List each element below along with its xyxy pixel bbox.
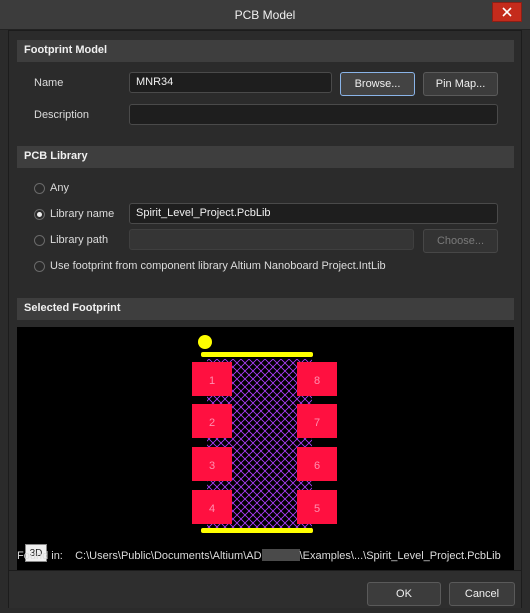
radio-library-path-label: Library path bbox=[50, 234, 109, 246]
footprint-preview[interactable]: 1 2 3 4 8 7 6 5 3D bbox=[17, 327, 514, 570]
name-field[interactable]: MNR34 bbox=[129, 72, 332, 93]
pad-number: 4 bbox=[209, 503, 215, 515]
description-field[interactable] bbox=[129, 104, 498, 125]
found-in-path-end: \Examples\...\Spirit_Level_Project.PcbLi… bbox=[299, 550, 501, 562]
radio-use-component-library[interactable]: Use footprint from component library Alt… bbox=[34, 260, 386, 272]
pin-map-button[interactable]: Pin Map... bbox=[423, 72, 498, 96]
radio-use-component-library-label: Use footprint from component library Alt… bbox=[50, 260, 386, 272]
radio-any[interactable]: Any bbox=[34, 182, 69, 194]
radio-library-path[interactable]: Library path bbox=[34, 234, 108, 246]
found-in-row: Found in: C:\Users\Public\Documents\Alti… bbox=[17, 549, 501, 562]
pad-number: 7 bbox=[314, 417, 320, 429]
pad-number: 2 bbox=[209, 417, 215, 429]
radio-button-selected[interactable] bbox=[34, 208, 45, 220]
silkscreen-top bbox=[201, 352, 313, 357]
pad-number: 5 bbox=[314, 503, 320, 515]
pcb-library-header: PCB Library bbox=[17, 146, 514, 168]
radio-library-name-label: Library name bbox=[50, 208, 115, 220]
radio-any-label: Any bbox=[50, 182, 69, 194]
footprint-model-header: Footprint Model bbox=[17, 40, 514, 62]
name-label: Name bbox=[34, 77, 64, 89]
window-title: PCB Model bbox=[234, 8, 296, 22]
close-icon bbox=[502, 7, 512, 17]
radio-button[interactable] bbox=[34, 260, 45, 272]
radio-button[interactable] bbox=[34, 234, 45, 246]
close-button[interactable] bbox=[492, 2, 522, 22]
pad-number: 6 bbox=[314, 460, 320, 472]
silkscreen-bottom bbox=[201, 528, 313, 533]
dialog-body: Footprint Model Name MNR34 Browse... Pin… bbox=[8, 30, 522, 608]
ok-button[interactable]: OK bbox=[367, 582, 441, 606]
pad-number: 3 bbox=[209, 460, 215, 472]
found-in-label: Found in: bbox=[17, 550, 63, 562]
pin1-marker bbox=[198, 335, 212, 349]
redacted-text bbox=[261, 549, 300, 561]
library-name-field[interactable]: Spirit_Level_Project.PcbLib bbox=[129, 203, 498, 224]
selected-footprint-header: Selected Footprint bbox=[17, 298, 514, 320]
radio-button[interactable] bbox=[34, 182, 45, 194]
footprint-drawing: 1 2 3 4 8 7 6 5 bbox=[192, 335, 337, 533]
description-label: Description bbox=[34, 109, 90, 121]
choose-button[interactable]: Choose... bbox=[423, 229, 498, 253]
found-in-path-start: C:\Users\Public\Documents\Altium\AD bbox=[75, 550, 262, 562]
pad-number: 1 bbox=[209, 375, 215, 387]
browse-button[interactable]: Browse... bbox=[340, 72, 415, 96]
radio-library-name[interactable]: Library name bbox=[34, 208, 114, 220]
button-bar: OK Cancel bbox=[9, 570, 521, 608]
library-path-field[interactable] bbox=[129, 229, 414, 250]
cancel-button[interactable]: Cancel bbox=[449, 582, 515, 606]
pad-number: 8 bbox=[314, 375, 320, 387]
title-bar: PCB Model bbox=[0, 0, 530, 30]
